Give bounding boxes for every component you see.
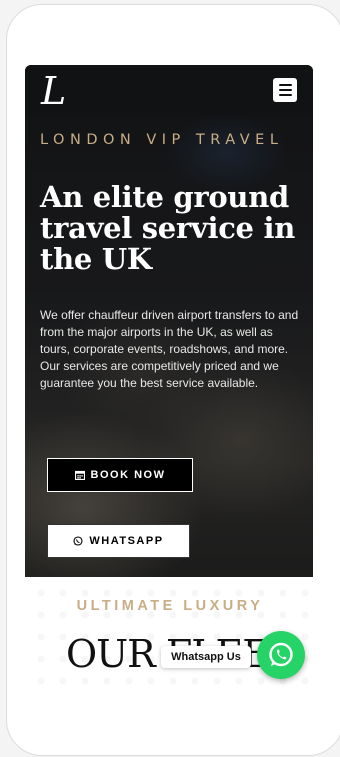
calendar-icon — [74, 470, 85, 480]
whatsapp-chat-label[interactable]: Whatsapp Us — [161, 646, 251, 668]
hamburger-icon-bar — [278, 94, 292, 96]
whatsapp-button[interactable]: WHATSAPP — [47, 524, 190, 558]
hero-section: L LONDON VIP TRAVEL An elite ground trav… — [25, 65, 313, 577]
whatsapp-float-button[interactable] — [257, 631, 305, 679]
hero-description: We offer chauffeur driven airport transf… — [40, 308, 299, 390]
whatsapp-icon — [269, 642, 293, 667]
whatsapp-icon — [73, 536, 83, 546]
hamburger-icon-bar — [278, 89, 292, 91]
hero-eyebrow: LONDON VIP TRAVEL — [40, 132, 284, 148]
menu-toggle-button[interactable] — [273, 78, 297, 102]
top-navbar: L — [25, 65, 313, 116]
fleet-eyebrow: ULTIMATE LUXURY — [76, 598, 264, 614]
book-now-button[interactable]: BOOK NOW — [47, 458, 193, 492]
site-logo[interactable]: L — [41, 69, 85, 113]
book-now-label: BOOK NOW — [90, 469, 166, 481]
whatsapp-label: WHATSAPP — [89, 535, 164, 547]
hamburger-icon-bar — [278, 84, 292, 86]
hero-headline: An elite ground travel service in the UK — [40, 180, 296, 276]
